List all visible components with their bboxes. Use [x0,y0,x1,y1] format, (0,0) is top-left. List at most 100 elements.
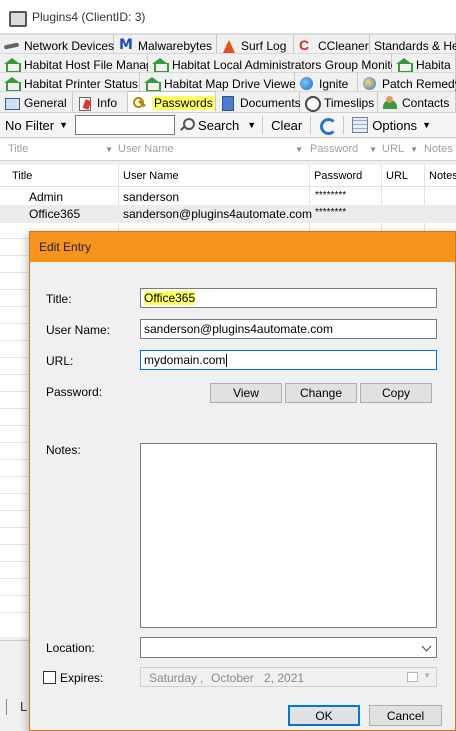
options-button[interactable]: Options ▼ [347,117,436,133]
tab-timeslips[interactable]: Timeslips [300,91,378,113]
general-icon [4,96,20,110]
filter-title[interactable]: Title ▼ [8,143,113,155]
search-dropdown[interactable]: ▼ [244,120,259,130]
tab-contacts[interactable]: Contacts [378,91,456,113]
filter-password[interactable]: Password ▼ [310,143,377,155]
edit-entry-dialog: Edit Entry Title: Office365 User Name: s… [29,231,456,731]
tab-passwords[interactable]: Passwords [128,91,216,113]
caret-down-icon: ▼ [247,120,257,130]
cell-password: ******** [315,190,347,201]
caret-down-icon: ▼ [59,120,69,130]
key-icon [132,96,148,110]
location-select[interactable] [140,637,437,658]
username-field[interactable]: sanderson@plugins4automate.com [140,319,437,339]
search-input[interactable] [75,115,176,135]
toolbar: No Filter ▼ Search ▼ Clear Options ▼ [0,112,456,138]
tab-documents[interactable]: Documents [216,91,301,113]
network-cable-icon [4,39,20,53]
location-label: Location: [46,641,95,655]
text-cursor [226,353,228,367]
grid-header: Title User Name Password URL Notes [0,165,456,187]
house-icon [144,76,161,92]
cell-title: Admin [29,190,64,204]
table-row[interactable]: Admin sanderson ******** [0,188,456,206]
copy-password-button[interactable]: Copy [360,383,432,403]
divider [6,699,7,715]
column-header-notes[interactable]: Notes [429,170,456,182]
toolbar-separator [343,116,345,134]
dialog-title: Edit Entry [39,240,92,254]
caret-down-icon: ▼ [369,144,377,154]
date-separator: , [200,671,204,685]
chevron-down-icon [421,641,432,652]
search-button[interactable]: Search [175,118,244,133]
cell-user-name: sanderson@plugins4automate.com [123,207,312,221]
house-icon [4,76,21,92]
title-field[interactable]: Office365 [140,288,437,308]
grid-row-lines [0,222,30,622]
notes-textarea[interactable] [140,443,437,628]
ok-button[interactable]: OK [288,705,360,726]
column-header-password[interactable]: Password [314,170,362,182]
app-icon [8,9,27,27]
clear-button[interactable]: Clear [266,118,307,133]
tab-info[interactable]: Info [73,91,128,113]
expires-label: Expires: [60,671,104,685]
date-weekday: Saturday [149,671,198,685]
house-icon [4,57,21,73]
caret-down-icon: ▼ [295,144,303,154]
column-header-title[interactable]: Title [12,170,32,182]
clock-icon [304,95,321,112]
view-password-button[interactable]: View [210,383,282,403]
calendar-icon [407,672,418,682]
toolbar-separator [310,116,312,134]
toolbar-separator [262,116,264,134]
caret-down-icon: ▼ [422,120,431,130]
caret-down-icon: ▼ [105,144,113,154]
dialog-title-bar: Edit Entry [30,232,455,262]
username-label: User Name: [46,323,111,337]
url-label: URL: [46,354,74,368]
notes-label: Notes: [46,443,81,457]
column-header-user-name[interactable]: User Name [123,170,179,182]
refresh-button[interactable] [314,117,340,135]
expires-date-picker[interactable]: Saturday , October 2, 2021 ▼ [140,667,437,687]
expires-checkbox[interactable] [43,671,56,684]
title-label: Title: [46,292,72,306]
filter-dropdown[interactable]: No Filter ▼ [0,118,73,133]
password-label: Password: [46,385,103,399]
cell-title: Office365 [29,207,81,221]
refresh-icon [319,117,338,135]
tab-row-4: General Info Passwords Documents Timesli… [0,91,456,113]
contacts-icon [382,95,398,110]
cell-user-name: sanderson [123,190,180,204]
column-header-url[interactable]: URL [386,170,408,182]
filter-user-name[interactable]: User Name ▼ [118,143,303,155]
house-icon [396,57,413,73]
table-row[interactable]: Office365 sanderson@plugins4automate.com… [0,205,456,223]
date-day-year: 2, 2021 [264,671,305,685]
tab-general[interactable]: General [0,91,73,113]
malwarebytes-icon [118,37,134,53]
surf-log-icon [221,39,237,53]
house-icon [152,57,169,73]
options-icon [352,117,369,133]
filter-notes[interactable]: Notes [424,143,453,155]
ccleaner-icon [298,37,314,53]
url-field[interactable]: mydomain.com [140,350,437,370]
caret-down-icon: ▼ [423,671,431,680]
cell-password: ******** [315,207,347,218]
username-value: sanderson@plugins4automate.com [144,322,333,336]
cancel-button[interactable]: Cancel [369,705,442,726]
filter-url[interactable]: URL ▼ [382,143,418,155]
window-title-bar: Plugins4 (ClientID: 3) [0,0,456,34]
search-icon [180,118,196,132]
window-title: Plugins4 (ClientID: 3) [32,9,146,24]
filter-row: Title ▼ User Name ▼ Password ▼ URL ▼ Not… [0,139,456,161]
url-value: mydomain.com [144,353,226,367]
change-password-button[interactable]: Change [285,383,357,403]
documents-icon [220,95,236,111]
info-icon [77,96,93,111]
title-value: Office365 [144,291,196,305]
bottom-text-fragment: L [20,699,28,714]
